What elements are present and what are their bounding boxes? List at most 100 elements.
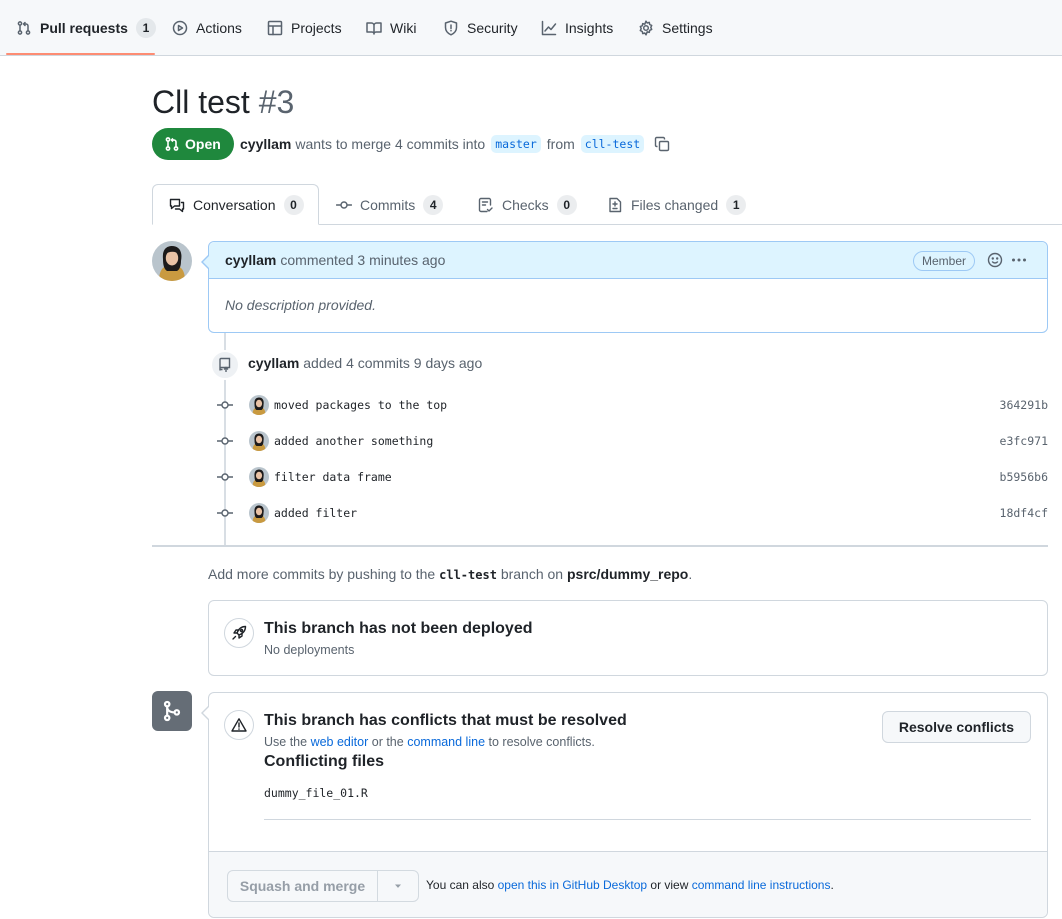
deployment-box: This branch has not been deployed No dep… [208,600,1048,676]
nav-label: Settings [662,20,713,36]
commit-message[interactable]: filter data frame [274,470,392,484]
web-editor-link[interactable]: web editor [311,735,369,749]
head-branch[interactable]: cll-test [580,135,645,153]
git-commit-icon [217,509,233,517]
deploy-title: This branch has not been deployed [264,620,533,637]
tab-checks[interactable]: Checks 0 [478,184,577,225]
copy-icon[interactable] [654,136,670,152]
hint-branch: cll-test [439,568,497,582]
hint-suffix: . [688,566,693,582]
git-commit-icon [217,437,233,445]
comment-body: No description provided. [225,297,376,313]
comment-box: cyyllam commented 3 minutes ago Member N… [201,241,1048,333]
nav-label: Wiki [390,20,417,36]
squash-merge-button-group: Squash and merge [227,870,419,902]
merge-text: wants to merge 4 commits into [295,136,486,152]
git-merge-icon [163,700,181,722]
footer-text: or view [650,878,689,892]
commit-row: moved packages to the top 364291b [216,394,1048,416]
graph-icon [541,20,557,36]
conflict-title: This branch has conflicts that must be r… [264,712,627,729]
push-author[interactable]: cyyllam [248,355,299,371]
nav-insights[interactable]: Insights [541,0,613,56]
commit-row: added filter 18df4cf [216,502,1048,524]
commit-sha[interactable]: e3fc971 [1000,434,1048,448]
repo-nav: Pull requests 1 Actions Projects Wiki Se… [0,0,1062,56]
merge-footer: Squash and merge You can also open this … [209,851,1047,917]
shield-icon [444,20,458,36]
nav-wiki[interactable]: Wiki [366,0,416,56]
command-line-link[interactable]: command line [407,735,485,749]
nav-label: Projects [291,20,342,36]
tab-label: Files changed [631,196,719,213]
push-hint: Add more commits by pushing to the cll-t… [208,566,692,582]
avatar[interactable] [249,503,269,523]
kebab-horizontal-icon[interactable] [1011,252,1027,268]
repo-push-icon [219,357,231,372]
avatar[interactable] [249,467,269,487]
push-description: added 4 commits 9 days ago [303,355,483,371]
nav-label: Insights [565,20,614,36]
comment-author[interactable]: cyyllam [225,252,276,268]
deploy-subtitle: No deployments [264,643,355,657]
help-text: or the [371,735,404,749]
avatar[interactable] [249,395,269,415]
nav-actions[interactable]: Actions [172,0,242,56]
pr-number: #3 [258,84,295,120]
base-branch[interactable]: master [491,135,541,153]
from-text: from [546,136,575,152]
avatar[interactable] [249,431,269,451]
nav-label: Pull requests [40,20,128,36]
author-link[interactable]: cyyllam [240,136,291,152]
checklist-icon [478,197,493,212]
divider [264,819,1031,820]
conflicting-file: dummy_file_01.R [264,786,368,800]
nav-projects[interactable]: Projects [267,0,342,56]
table-icon [267,20,283,36]
commit-sha[interactable]: 18df4cf [1000,506,1048,520]
role-badge: Member [912,251,975,271]
comment-timestamp[interactable]: commented 3 minutes ago [280,252,445,268]
squash-and-merge-button[interactable]: Squash and merge [228,871,378,901]
pr-meta: cyyllam wants to merge 4 commits into ma… [240,133,670,155]
git-commit-icon [217,401,233,409]
timeline-divider [152,545,1048,547]
avatar[interactable] [152,241,192,281]
tab-count: 4 [423,194,444,215]
merge-footer-text: You can also open this in GitHub Desktop… [426,878,834,892]
merge-method-dropdown[interactable] [378,871,418,901]
tab-count: 0 [283,194,304,215]
nav-label: Actions [196,20,242,36]
resolve-conflicts-button[interactable]: Resolve conflicts [881,711,1031,743]
pr-title-text: Cll test [152,84,250,120]
commit-sha[interactable]: 364291b [1000,398,1048,412]
commit-sha[interactable]: b5956b6 [1000,470,1048,484]
git-commit-icon [217,473,233,481]
help-text: Use the [264,735,308,749]
smiley-icon[interactable] [987,252,1003,268]
merge-box: This branch has conflicts that must be r… [201,692,1048,918]
nav-security[interactable]: Security [443,0,518,56]
tab-count: 0 [556,194,577,215]
commit-message[interactable]: added filter [274,506,357,520]
comment-discussion-icon [169,198,185,212]
nav-pull-requests[interactable]: Pull requests 1 [16,0,156,56]
pr-tabs: Conversation 0 Commits 4 Checks 0 Files … [0,184,1062,225]
commit-row: added another something e3fc971 [216,430,1048,452]
merge-status-icon [152,691,192,731]
tab-files-changed[interactable]: Files changed 1 [607,184,747,225]
hint-repo: psrc/dummy_repo [566,566,689,582]
tab-commits[interactable]: Commits 4 [336,184,444,225]
tab-conversation[interactable]: Conversation 0 [152,184,319,225]
command-line-instructions-link[interactable]: command line instructions [692,878,831,892]
alert-badge [224,710,254,740]
nav-count-badge: 1 [135,18,156,38]
nav-settings[interactable]: Settings [638,0,713,56]
file-diff-icon [609,197,622,212]
github-desktop-link[interactable]: open this in GitHub Desktop [498,878,647,892]
push-event-text: cyyllam added 4 commits 9 days ago [248,355,482,371]
gear-icon [639,20,653,36]
commit-message[interactable]: moved packages to the top [274,398,447,412]
triangle-down-icon [395,884,401,888]
commit-message[interactable]: added another something [274,434,433,448]
